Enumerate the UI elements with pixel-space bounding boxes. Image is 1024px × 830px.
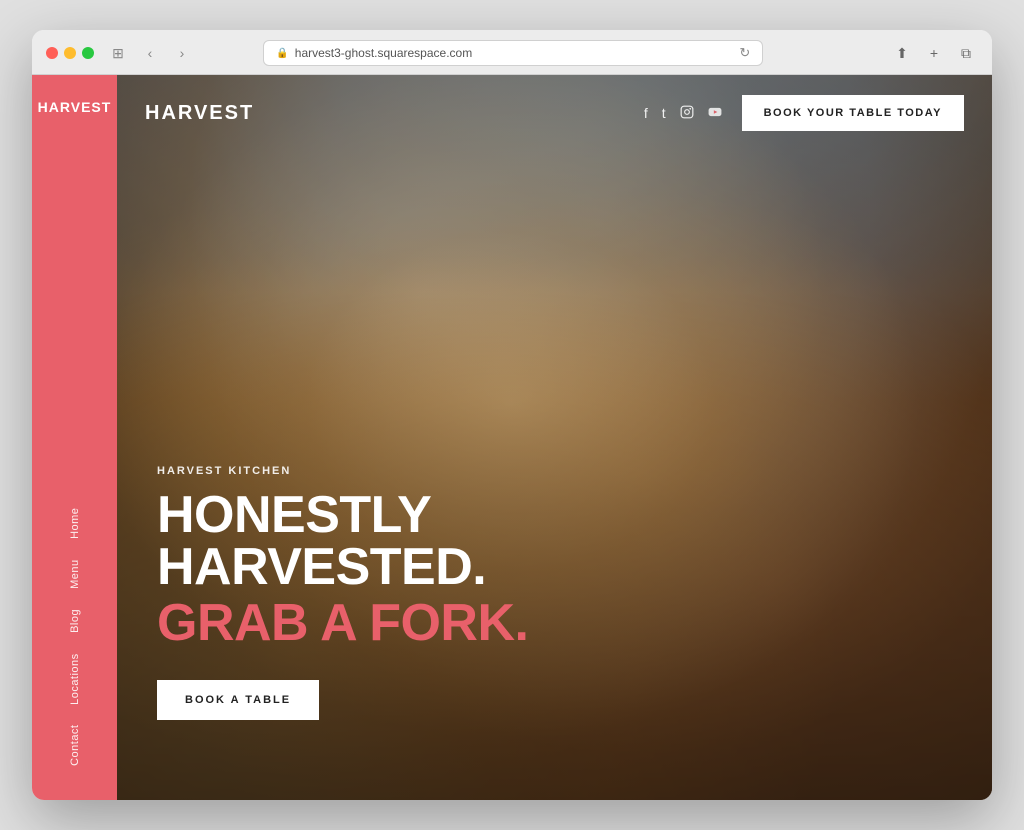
sidebar: HARVEST Contact Locations Blog Menu Home	[32, 75, 117, 800]
hero-subtitle: HARVEST KITCHEN	[157, 465, 528, 477]
address-bar[interactable]: 🔒 harvest3-ghost.squarespace.com ↻	[263, 40, 763, 66]
youtube-icon[interactable]	[708, 105, 722, 122]
hero-title-line2: HARVESTED.	[157, 541, 528, 593]
browser-nav-controls: ⊞ ‹ ›	[106, 41, 194, 65]
sidebar-item-blog[interactable]: Blog	[63, 599, 87, 643]
sidebar-nav: Contact Locations Blog Menu Home	[63, 498, 87, 776]
traffic-lights	[46, 47, 94, 59]
website: HARVEST Contact Locations Blog Menu Home…	[32, 75, 992, 800]
browser-back-btn[interactable]: ‹	[138, 41, 162, 65]
sidebar-item-menu[interactable]: Menu	[63, 549, 87, 599]
tabs-icon[interactable]: ⧉	[954, 41, 978, 65]
facebook-icon[interactable]: f	[644, 105, 648, 121]
instagram-icon[interactable]	[680, 105, 694, 122]
hero-title-line1: HONESTLY	[157, 489, 528, 541]
sidebar-item-contact[interactable]: Contact	[63, 715, 87, 776]
sidebar-item-locations[interactable]: Locations	[63, 643, 87, 715]
sidebar-item-home[interactable]: Home	[63, 498, 87, 549]
minimize-button[interactable]	[64, 47, 76, 59]
header-right: f t	[644, 95, 964, 131]
sidebar-logo: HARVEST	[38, 99, 112, 115]
lock-icon: 🔒	[276, 48, 288, 59]
hero-title-line3: GRAB A FORK.	[157, 595, 528, 652]
book-table-hero-button[interactable]: BOOK A TABLE	[157, 680, 319, 720]
book-table-header-button[interactable]: BOOK YOUR TABLE TODAY	[742, 95, 964, 131]
site-header: HARVEST f t	[117, 75, 992, 151]
browser-forward-btn[interactable]: ›	[170, 41, 194, 65]
share-icon[interactable]: ⬆	[890, 41, 914, 65]
main-content: HARVEST f t	[117, 75, 992, 800]
browser-window: ⊞ ‹ › 🔒 harvest3-ghost.squarespace.com ↻…	[32, 30, 992, 800]
browser-sidebar-btn[interactable]: ⊞	[106, 41, 130, 65]
new-tab-icon[interactable]: +	[922, 41, 946, 65]
hero-content: HARVEST KITCHEN HONESTLY HARVESTED. GRAB…	[157, 465, 528, 720]
social-icons: f t	[644, 105, 722, 122]
maximize-button[interactable]	[82, 47, 94, 59]
header-logo: HARVEST	[145, 102, 254, 125]
browser-actions: ⬆ + ⧉	[890, 41, 978, 65]
twitter-icon[interactable]: t	[662, 105, 666, 121]
refresh-icon[interactable]: ↻	[739, 45, 750, 61]
url-text: harvest3-ghost.squarespace.com	[295, 46, 472, 60]
close-button[interactable]	[46, 47, 58, 59]
browser-chrome: ⊞ ‹ › 🔒 harvest3-ghost.squarespace.com ↻…	[32, 30, 992, 75]
